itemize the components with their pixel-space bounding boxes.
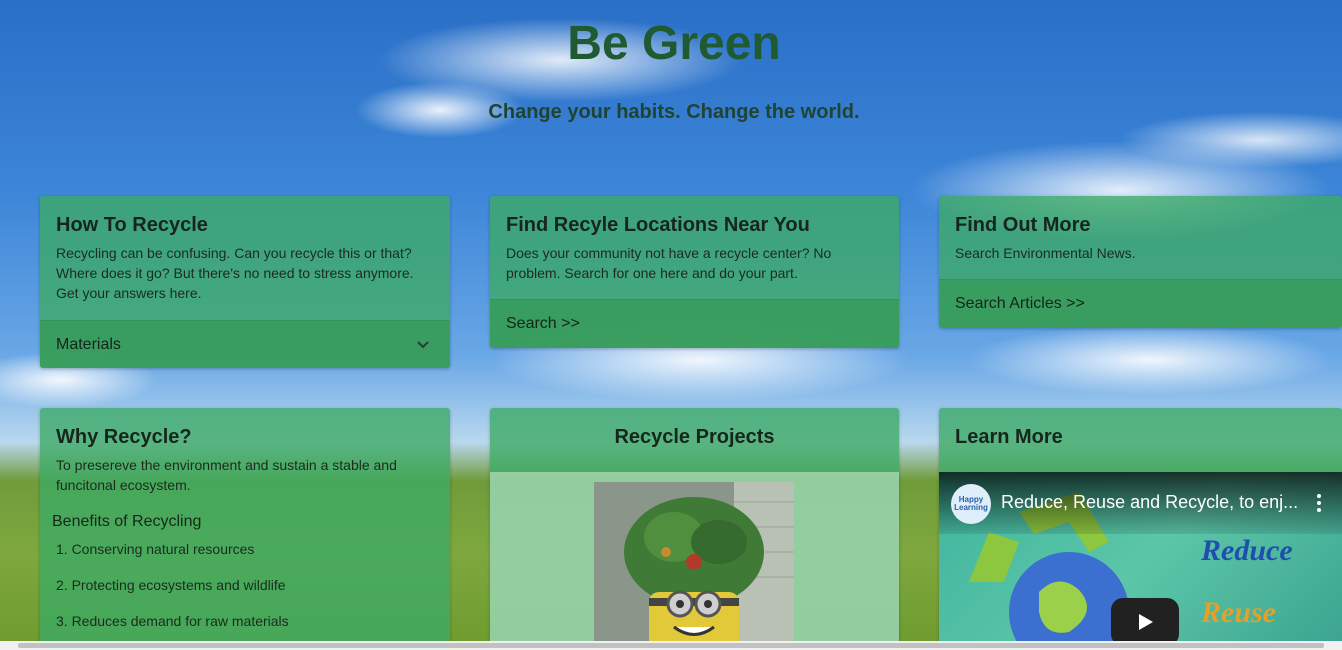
project-photo	[594, 482, 794, 650]
card-title: Find Out More	[955, 214, 1091, 236]
list-item: 1. Conserving natural resources	[56, 541, 255, 557]
materials-dropdown-label: Materials	[56, 336, 121, 353]
page-subtitle: Change your habits. Change the world.	[488, 101, 860, 123]
card-body: Learn More	[939, 408, 1342, 469]
search-locations-link[interactable]: Search >>	[490, 299, 899, 348]
why-recycle-card: Why Recycle? To presereve the environmen…	[40, 408, 450, 650]
how-to-recycle-card: How To Recycle Recycling can be confusin…	[40, 196, 450, 368]
page-title: Be Green	[567, 17, 781, 70]
card-title: Why Recycle?	[56, 426, 192, 448]
benefits-heading: Benefits of Recycling	[52, 513, 202, 530]
card-body: Recycle Projects	[490, 408, 899, 469]
play-button[interactable]	[1111, 598, 1179, 646]
video-frame-text: Reduce	[1201, 534, 1293, 567]
card-body: How To Recycle Recycling can be confusin…	[40, 196, 450, 317]
card-text: Does your community not have a recycle c…	[506, 245, 832, 281]
chevron-down-icon	[416, 321, 430, 368]
video-frame-text: Reuse	[1201, 596, 1276, 629]
search-articles-link[interactable]: Search Articles >>	[939, 279, 1342, 328]
card-text: Recycling can be confusing. Can you recy…	[56, 245, 414, 301]
card-body: Find Out More Search Environmental News.	[939, 196, 1342, 277]
recycle-locations-card: Find Recyle Locations Near You Does your…	[490, 196, 899, 348]
list-item: 3. Reduces demand for raw materials	[56, 613, 289, 629]
video-title[interactable]: Reduce, Reuse and Recycle, to enj...	[1001, 492, 1301, 513]
project-image-carousel[interactable]	[490, 472, 899, 650]
card-body: Why Recycle? To presereve the environmen…	[40, 408, 450, 650]
kebab-menu-icon[interactable]	[1317, 494, 1321, 515]
card-text: Search Environmental News.	[955, 245, 1136, 261]
play-icon	[1139, 614, 1153, 630]
materials-dropdown[interactable]: Materials	[40, 320, 450, 368]
card-body: Find Recyle Locations Near You Does your…	[490, 196, 899, 297]
horizontal-scrollbar[interactable]	[0, 641, 1342, 650]
channel-logo[interactable]: Happy Learning	[951, 484, 991, 524]
card-title: Learn More	[955, 426, 1063, 448]
video-player[interactable]: Happy Learning Reduce, Reuse and Recycle…	[939, 472, 1342, 650]
learn-more-card: Learn More Happy Learning Reduce, Reuse …	[939, 408, 1342, 650]
card-title: Find Recyle Locations Near You	[506, 214, 810, 236]
scrollbar-thumb[interactable]	[18, 643, 1324, 648]
card-title: How To Recycle	[56, 214, 208, 236]
card-text: To presereve the environment and sustain…	[56, 457, 397, 493]
recycle-projects-card: Recycle Projects	[490, 408, 899, 650]
find-out-more-card: Find Out More Search Environmental News.…	[939, 196, 1342, 328]
card-title: Recycle Projects	[614, 426, 775, 448]
video-topbar: Happy Learning Reduce, Reuse and Recycle…	[939, 472, 1342, 534]
list-item: 2. Protecting ecosystems and wildlife	[56, 577, 286, 593]
